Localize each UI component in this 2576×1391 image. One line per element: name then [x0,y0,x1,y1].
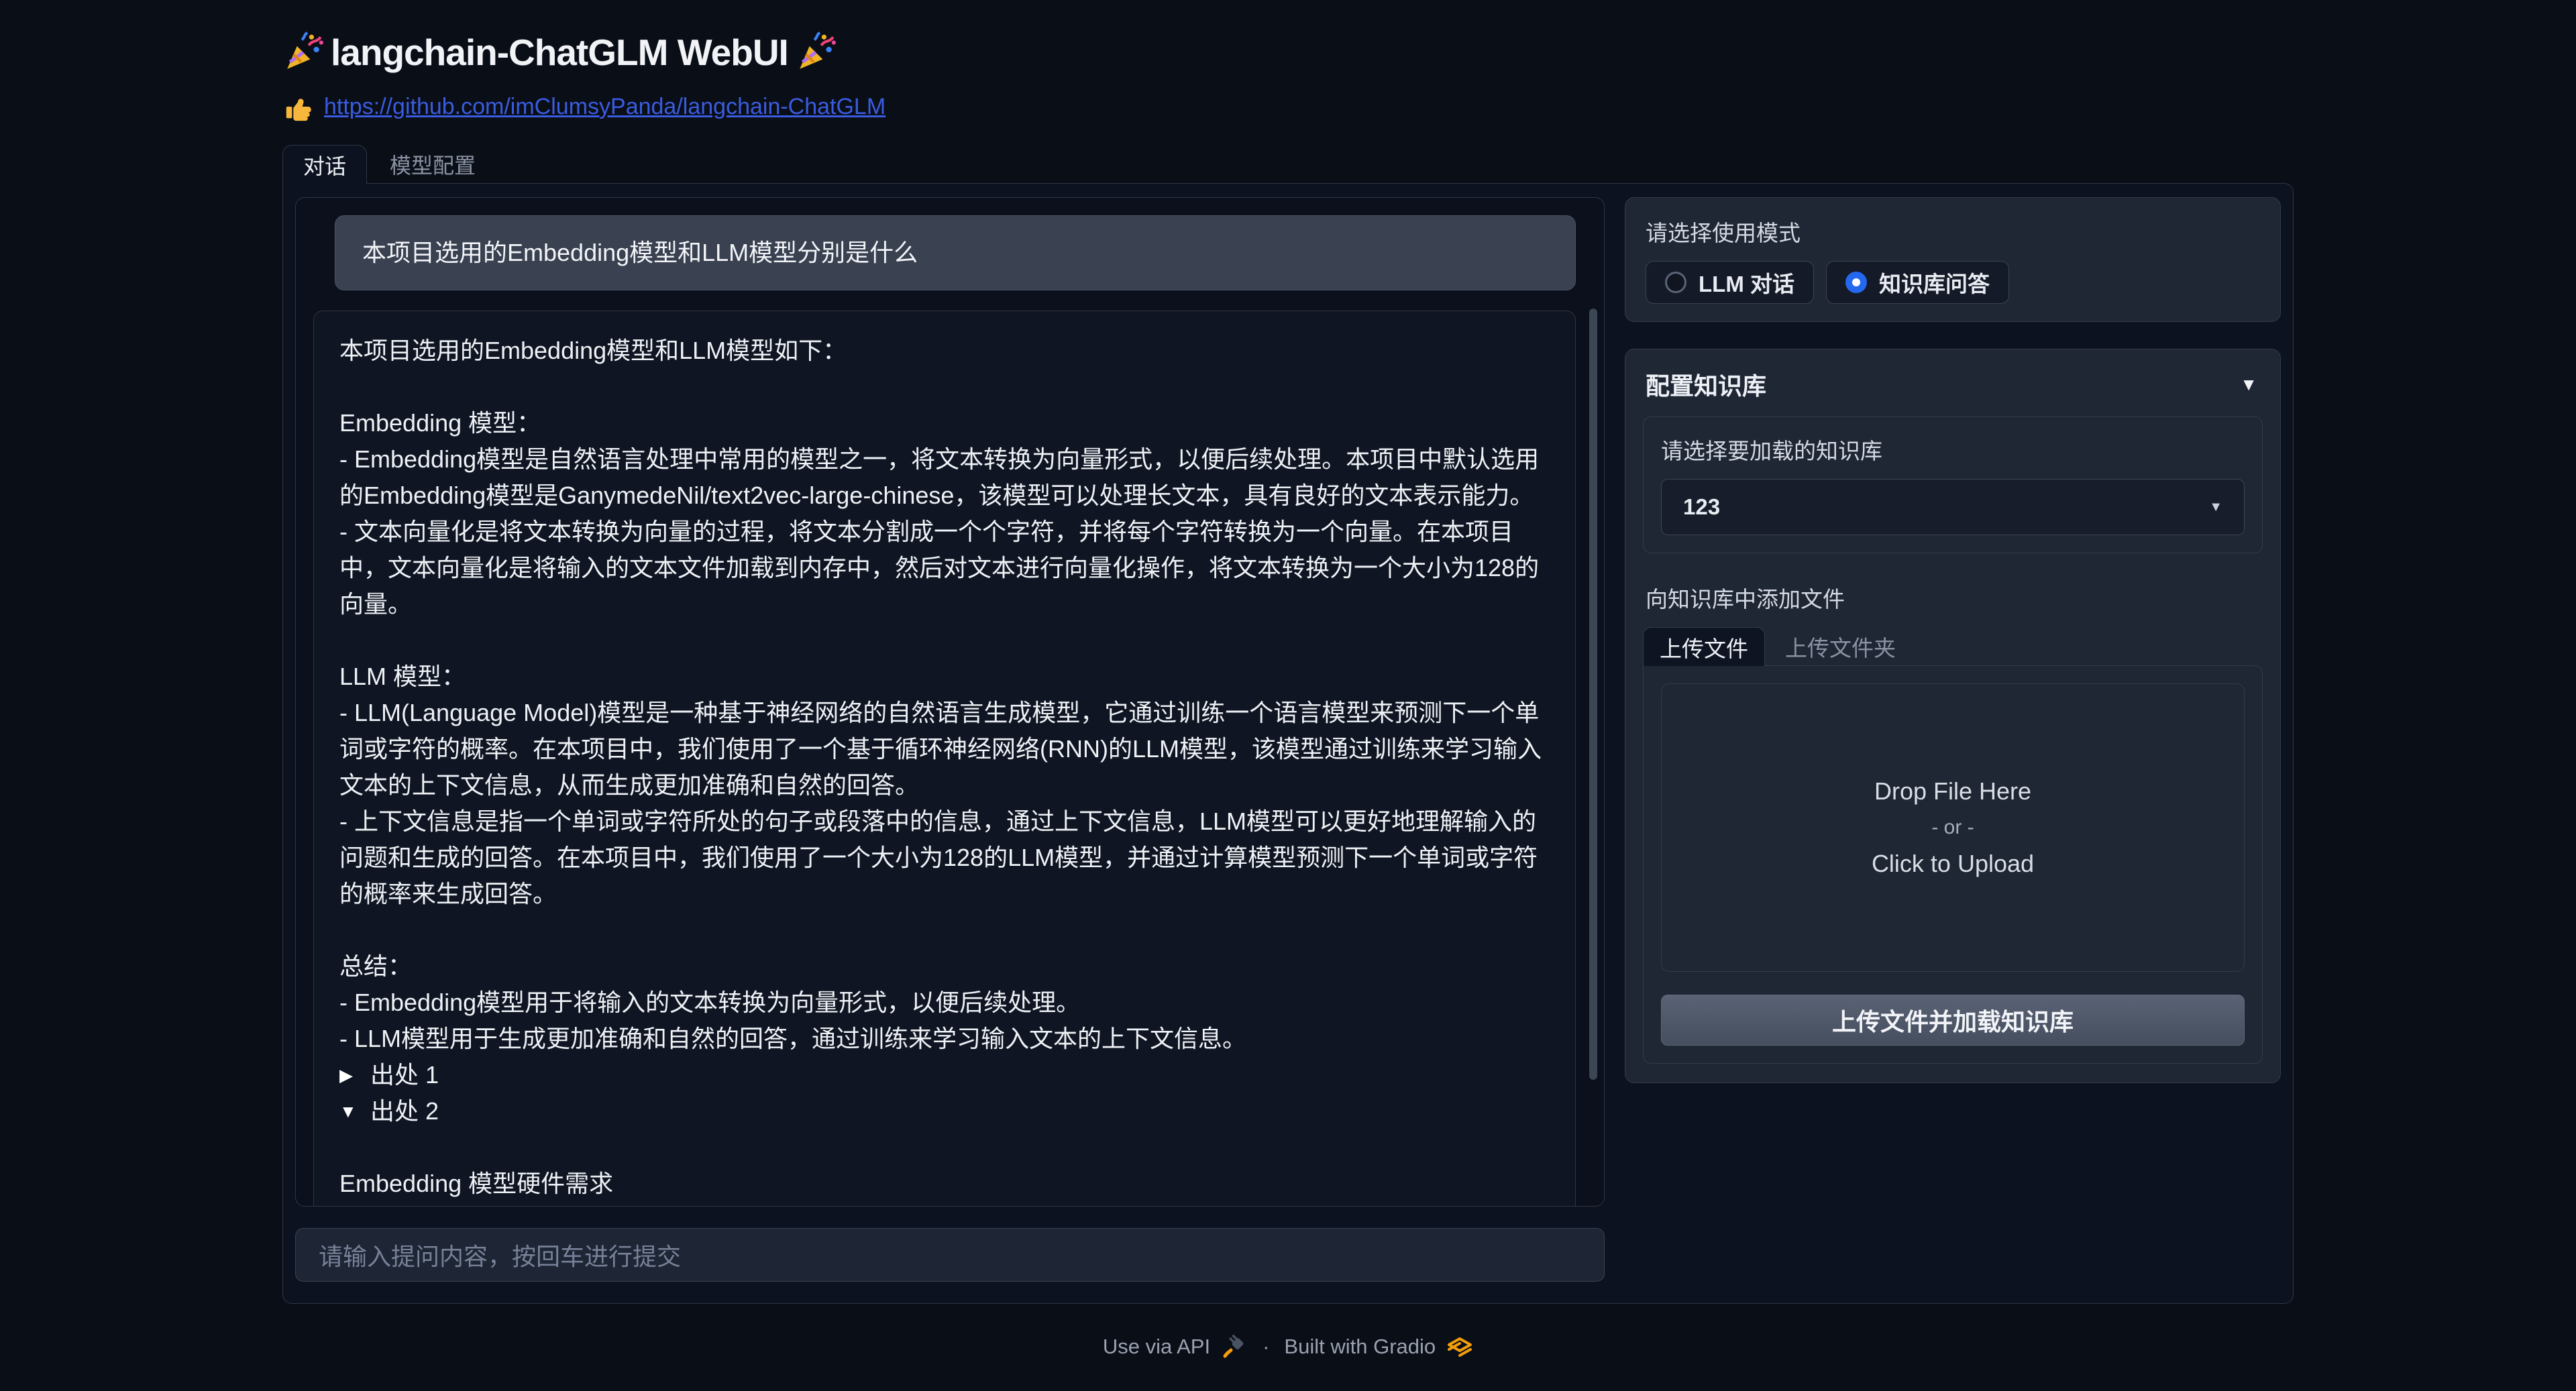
upload-tab-panel: Drop File Here - or - Click to Upload 上传… [1643,665,2263,1064]
mode-label: 请选择使用模式 [1646,215,2260,247]
dropdown-caret-icon: ▼ [2209,500,2222,515]
answer-paragraph: - 文本向量化是将文本转换为向量的过程，将文本分割成一个个字符，并将每个字符转换… [339,514,1550,622]
source-detail-body: 本项目中默认选用的 Embedding 模型 GanymedeNil/text2… [339,1202,1550,1207]
collapse-caret-icon: ▼ [2240,374,2257,395]
chatbot-panel: 本项目选用的Embedding模型和LLM模型分别是什么 本项目选用的Embed… [295,197,1605,1207]
upload-and-load-kb-button[interactable]: 上传文件并加载知识库 [1661,995,2245,1046]
triangle-icon: ▼ [339,1093,360,1129]
dropzone-line1: Drop File Here [1874,777,2031,805]
github-link-row: https://github.com/imClumsyPanda/langcha… [282,91,2294,122]
main-tab-label: 对话 [303,150,346,180]
app-root: langchain-ChatGLM WebUI https://github.c… [282,0,2294,1360]
mode-radio-label: LLM 对话 [1699,266,1794,298]
question-input-placeholder: 请输入提问内容，按回车进行提交 [319,1237,681,1272]
source-toggle[interactable]: ▶ 出处 1 [339,1057,1550,1093]
kb-select-label: 请选择要加载的知识库 [1661,433,2245,465]
kb-select-group: 请选择要加载的知识库 123 ▼ [1643,416,2263,553]
source-toggle[interactable]: ▼ 出处 2 [339,1093,1550,1129]
page-title: langchain-ChatGLM WebUI [331,31,788,74]
mode-radio-option[interactable]: LLM 对话 [1646,261,1814,304]
chat-scrollbar-thumb[interactable] [1589,309,1597,1080]
answer-paragraph: - LLM(Language Model)模型是一种基于神经网络的自然语言生成模… [339,695,1550,803]
question-input[interactable]: 请输入提问内容，按回车进行提交 [295,1228,1605,1282]
main-tab[interactable]: 对话 [282,145,367,184]
mode-radio-label: 知识库问答 [1879,266,1990,298]
radio-icon [1845,272,1867,293]
answer-paragraphs: 本项目选用的Embedding模型和LLM模型如下：Embedding 模型：-… [339,333,1550,1057]
source-list: ▶ 出处 1 ▼ 出处 2 [339,1057,1550,1129]
thumbs-up-icon [282,91,313,122]
source-label: 出处 1 [370,1057,439,1093]
kb-accordion: 配置知识库 ▼ 请选择要加载的知识库 123 ▼ 向知识库中添加文件 上传文件上… [1625,349,2281,1083]
sidebar-column: 请选择使用模式 LLM 对话 知识库问答 配置知识库 ▼ 请选择要加载的知识库 [1625,197,2281,1290]
answer-paragraph: - Embedding模型是自然语言处理中常用的模型之一，将文本转换为向量形式，… [339,441,1550,514]
use-via-api-link[interactable]: Use via API [1103,1335,1210,1359]
answer-paragraph: - 上下文信息是指一个单词或字符所处的句子或段落中的信息，通过上下文信息，LLM… [339,803,1550,912]
gradio-logo-icon [1446,1333,1473,1360]
mode-radio-group: LLM 对话 知识库问答 [1646,261,2260,304]
mode-panel: 请选择使用模式 LLM 对话 知识库问答 [1625,197,2281,322]
main-tab-label: 模型配置 [390,149,476,180]
answer-paragraph: - LLM模型用于生成更加准确和自然的回答，通过训练来学习输入文本的上下文信息。 [339,1021,1550,1057]
main-tabs: 对话 模型配置 [282,145,2294,184]
source-label: 出处 2 [370,1093,439,1129]
answer-paragraph: 总结： [339,948,1550,985]
upload-tab[interactable]: 上传文件夹 [1765,627,1916,666]
kb-accordion-title: 配置知识库 [1646,367,1766,402]
upload-tab[interactable]: 上传文件 [1643,627,1765,666]
upload-tab-label: 上传文件夹 [1785,630,1896,663]
radio-icon [1665,272,1686,293]
dropzone-line3: Click to Upload [1872,850,2034,878]
kb-add-files-label: 向知识库中添加文件 [1643,581,2263,614]
mode-radio-option[interactable]: 知识库问答 [1826,261,2009,304]
dropzone-line2: - or - [1931,816,1974,839]
upload-tab-label: 上传文件 [1660,631,1748,663]
answer-paragraph: Embedding 模型： [339,405,1550,441]
github-link[interactable]: https://github.com/imClumsyPanda/langcha… [324,94,885,120]
main-tab[interactable]: 模型配置 [367,145,498,184]
triangle-icon: ▶ [339,1057,360,1093]
kb-accordion-header[interactable]: 配置知识库 ▼ [1643,364,2263,402]
kb-dropdown-value: 123 [1683,494,1720,520]
answer-paragraph: 本项目选用的Embedding模型和LLM模型如下： [339,333,1550,369]
kb-dropdown[interactable]: 123 ▼ [1661,479,2245,535]
footer-separator: · [1258,1335,1273,1359]
chat-tab-panel: 本项目选用的Embedding模型和LLM模型分别是什么 本项目选用的Embed… [282,183,2294,1304]
party-popper-icon [282,32,324,73]
chat-column: 本项目选用的Embedding模型和LLM模型分别是什么 本项目选用的Embed… [295,197,1605,1290]
user-message-text: 本项目选用的Embedding模型和LLM模型分别是什么 [362,239,918,266]
file-dropzone[interactable]: Drop File Here - or - Click to Upload [1661,683,2245,972]
built-with-gradio-link[interactable]: Built with Gradio [1284,1335,1436,1359]
footer: Use via API · Built with Gradio [282,1333,2294,1360]
answer-paragraph: - Embedding模型用于将输入的文本转换为向量形式，以便后续处理。 [339,985,1550,1021]
party-popper-icon [795,32,837,73]
upload-tabs: 上传文件 上传文件夹 [1643,627,2263,666]
plug-icon [1221,1333,1248,1360]
page-header: langchain-ChatGLM WebUI [282,31,2294,74]
user-message-bubble: 本项目选用的Embedding模型和LLM模型分别是什么 [335,215,1576,290]
answer-paragraph: LLM 模型： [339,659,1550,695]
bot-message-bubble: 本项目选用的Embedding模型和LLM模型如下：Embedding 模型：-… [313,311,1576,1207]
source-detail-title: Embedding 模型硬件需求 [339,1166,1550,1202]
